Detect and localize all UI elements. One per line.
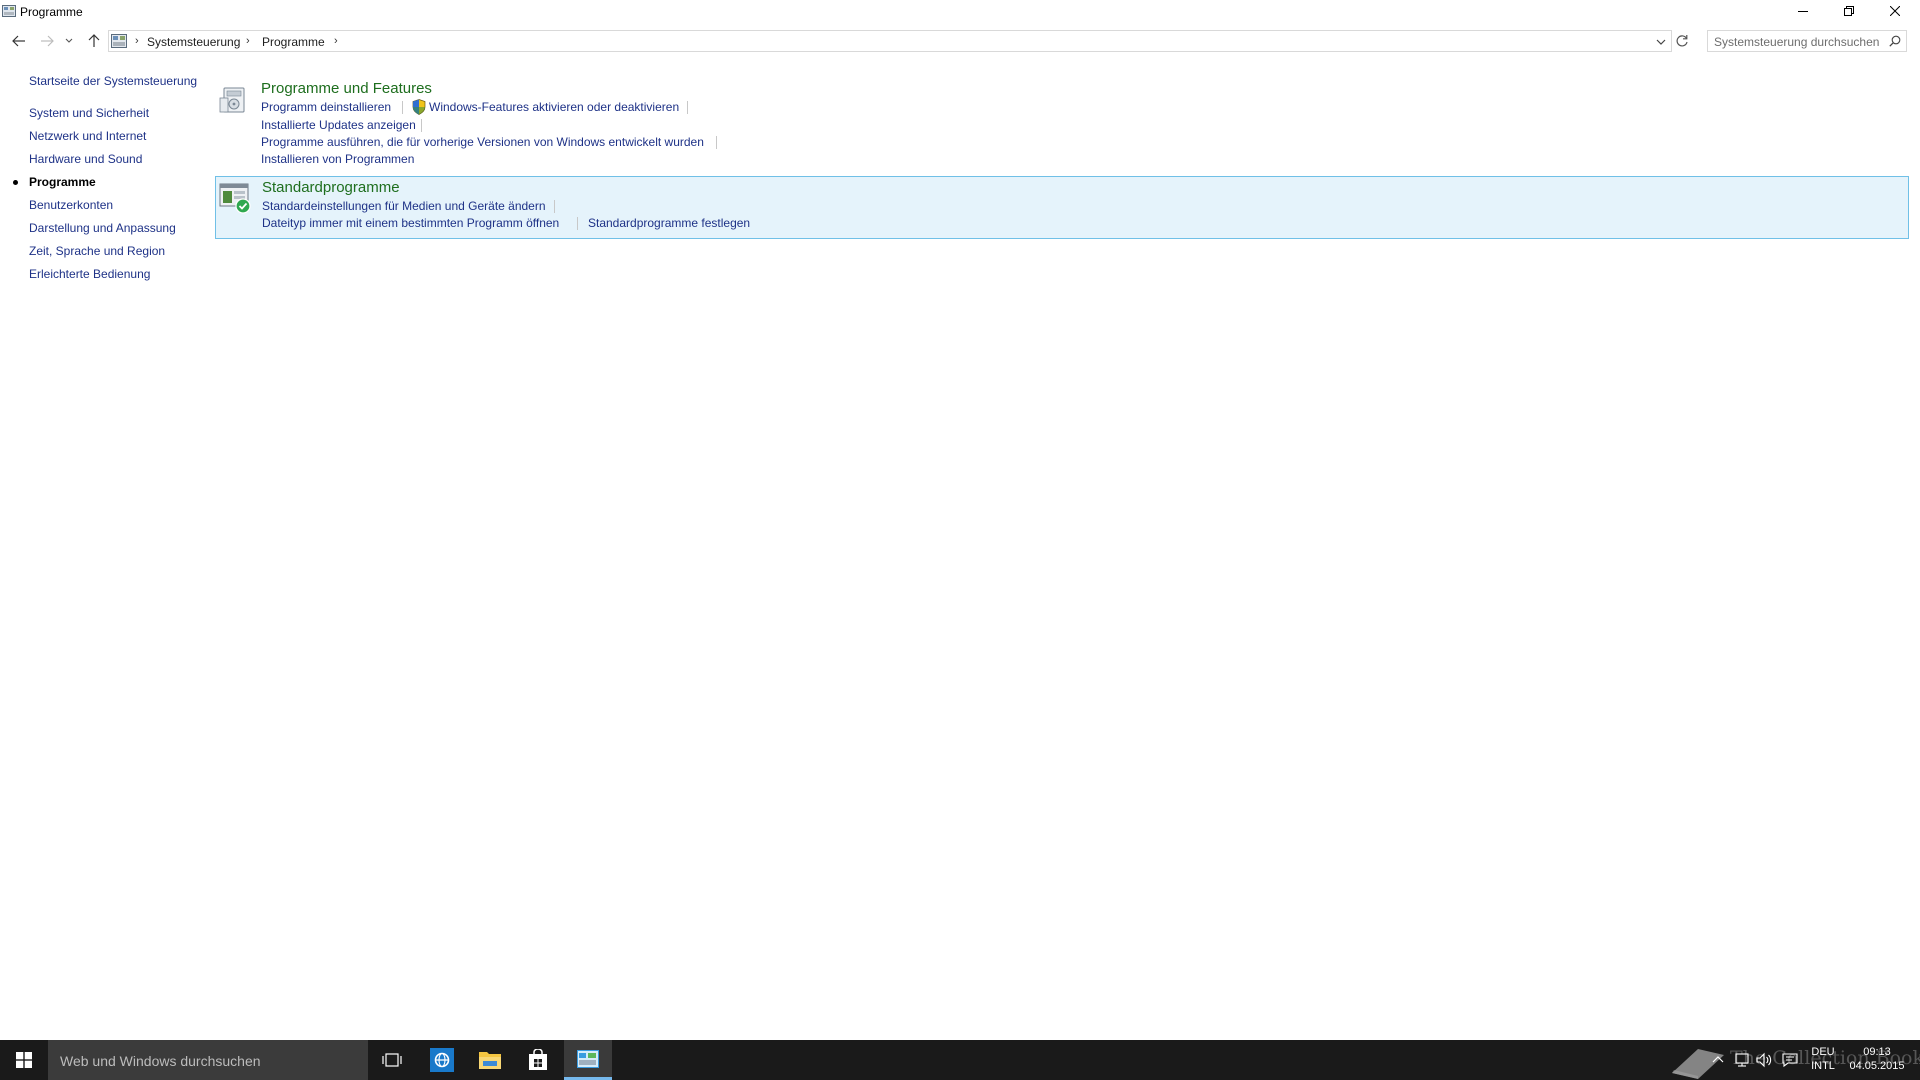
minimize-icon (1798, 11, 1808, 12)
chevron-down-icon[interactable] (1655, 35, 1667, 49)
control-panel-icon (111, 34, 127, 48)
link-separator (421, 119, 422, 132)
clock-time: 09:13 (1863, 1046, 1891, 1058)
file-type-association-link[interactable]: Dateityp immer mit einem bestimmten Prog… (262, 216, 559, 230)
keyboard-layout: INTL (1811, 1060, 1835, 1072)
back-button[interactable] (10, 32, 28, 50)
taskbar-file-explorer[interactable] (466, 1040, 514, 1080)
sidebar-item-region[interactable]: Zeit, Sprache und Region (29, 244, 165, 262)
install-programs-link[interactable]: Installieren von Programmen (261, 152, 414, 166)
link-separator (577, 217, 578, 230)
taskbar-search-box[interactable]: Web und Windows durchsuchen (48, 1040, 368, 1080)
breadcrumb-systemsteuerung[interactable]: Systemsteuerung (147, 35, 240, 49)
taskbar-store[interactable] (514, 1040, 562, 1080)
input-language-indicator[interactable]: DEU INTL (1808, 1045, 1838, 1073)
forward-button[interactable] (38, 32, 56, 50)
category-programs-and-features: Programme und Features Programm deinstal… (214, 80, 1909, 172)
default-programs-icon (219, 183, 251, 214)
navigation-bar: › Systemsteuerung › Programme › (0, 29, 1920, 53)
breadcrumb-separator[interactable]: › (246, 35, 250, 47)
sidebar-item-accessibility[interactable]: Erleichterte Bedienung (29, 267, 150, 285)
set-default-programs-link[interactable]: Standardprogramme festlegen (588, 216, 750, 230)
link-separator (687, 101, 688, 114)
control-panel-icon (2, 5, 16, 17)
search-input[interactable] (1714, 34, 1884, 49)
close-icon (1890, 6, 1900, 16)
language-code: DEU (1811, 1046, 1835, 1058)
sidebar-item-hardware[interactable]: Hardware und Sound (29, 152, 142, 170)
sidebar-item-user-accounts[interactable]: Benutzerkonten (29, 198, 113, 216)
sidebar-item-network[interactable]: Netzwerk und Internet (29, 129, 146, 147)
uninstall-program-link[interactable]: Programm deinstallieren (261, 100, 391, 114)
chevron-down-icon (65, 38, 73, 43)
sidebar-item-system[interactable]: System und Sicherheit (29, 106, 149, 124)
programs-and-features-icon (219, 87, 245, 113)
recent-locations-button[interactable] (63, 32, 75, 50)
window-title: Programme (20, 5, 83, 19)
compatibility-programs-link[interactable]: Programme ausführen, die für vorherige V… (261, 135, 704, 149)
network-icon[interactable] (1734, 1052, 1750, 1068)
sidebar-item-programs[interactable]: Programme (29, 175, 96, 193)
store-bag-icon (529, 1049, 547, 1070)
search-icon[interactable] (1889, 35, 1901, 47)
clock-date: 04.05.2015 (1849, 1060, 1905, 1072)
folder-icon (479, 1052, 501, 1069)
arrow-up-icon (88, 34, 100, 47)
taskbar: Web und Windows durchsuchen The Collecti… (0, 1040, 1920, 1080)
windows-logo-icon (16, 1052, 32, 1068)
system-clock[interactable]: 09:13 04.05.2015 (1844, 1045, 1910, 1073)
link-separator (716, 136, 717, 149)
taskbar-control-panel[interactable] (564, 1040, 612, 1080)
media-device-settings-link[interactable]: Standardeinstellungen für Medien und Ger… (262, 199, 546, 213)
breadcrumb-separator[interactable]: › (135, 35, 139, 47)
taskbar-internet-explorer[interactable] (418, 1040, 466, 1080)
chevron-up-icon[interactable] (1710, 1052, 1726, 1068)
category-title-programs[interactable]: Programme und Features (261, 80, 432, 97)
uac-shield-icon (412, 99, 426, 115)
link-separator (554, 200, 555, 213)
volume-icon[interactable] (1756, 1052, 1772, 1068)
sidebar-item-appearance[interactable]: Darstellung und Anpassung (29, 221, 176, 239)
minimize-button[interactable] (1780, 0, 1826, 22)
link-separator (402, 101, 403, 114)
control-panel-icon (577, 1049, 599, 1068)
refresh-icon[interactable] (1674, 33, 1690, 49)
arrow-right-icon (41, 35, 54, 47)
category-default-programs[interactable]: Standardprogramme Standardeinstellungen … (215, 176, 1909, 239)
task-view-button[interactable] (368, 1040, 416, 1080)
active-bullet-icon (13, 180, 18, 185)
control-panel-home-link[interactable]: Startseite der Systemsteuerung (29, 74, 197, 88)
title-bar: Programme (0, 0, 1920, 24)
arrow-left-icon (12, 35, 25, 47)
internet-explorer-icon (430, 1048, 454, 1072)
action-center-icon[interactable] (1782, 1052, 1798, 1068)
address-bar[interactable]: › Systemsteuerung › Programme › (108, 30, 1672, 52)
windows-features-link[interactable]: Windows-Features aktivieren oder deaktiv… (429, 100, 679, 114)
start-button[interactable] (0, 1040, 48, 1080)
taskbar-search-placeholder: Web und Windows durchsuchen (60, 1053, 261, 1069)
category-title-default-programs[interactable]: Standardprogramme (262, 179, 400, 196)
installed-updates-link[interactable]: Installierte Updates anzeigen (261, 118, 416, 132)
breadcrumb-separator[interactable]: › (334, 35, 338, 47)
close-button[interactable] (1872, 0, 1918, 22)
restore-icon (1844, 6, 1854, 16)
up-button[interactable] (85, 32, 103, 50)
search-box[interactable] (1707, 30, 1907, 52)
breadcrumb-programme[interactable]: Programme (262, 35, 325, 49)
task-view-icon (382, 1053, 402, 1067)
restore-button[interactable] (1826, 0, 1872, 22)
